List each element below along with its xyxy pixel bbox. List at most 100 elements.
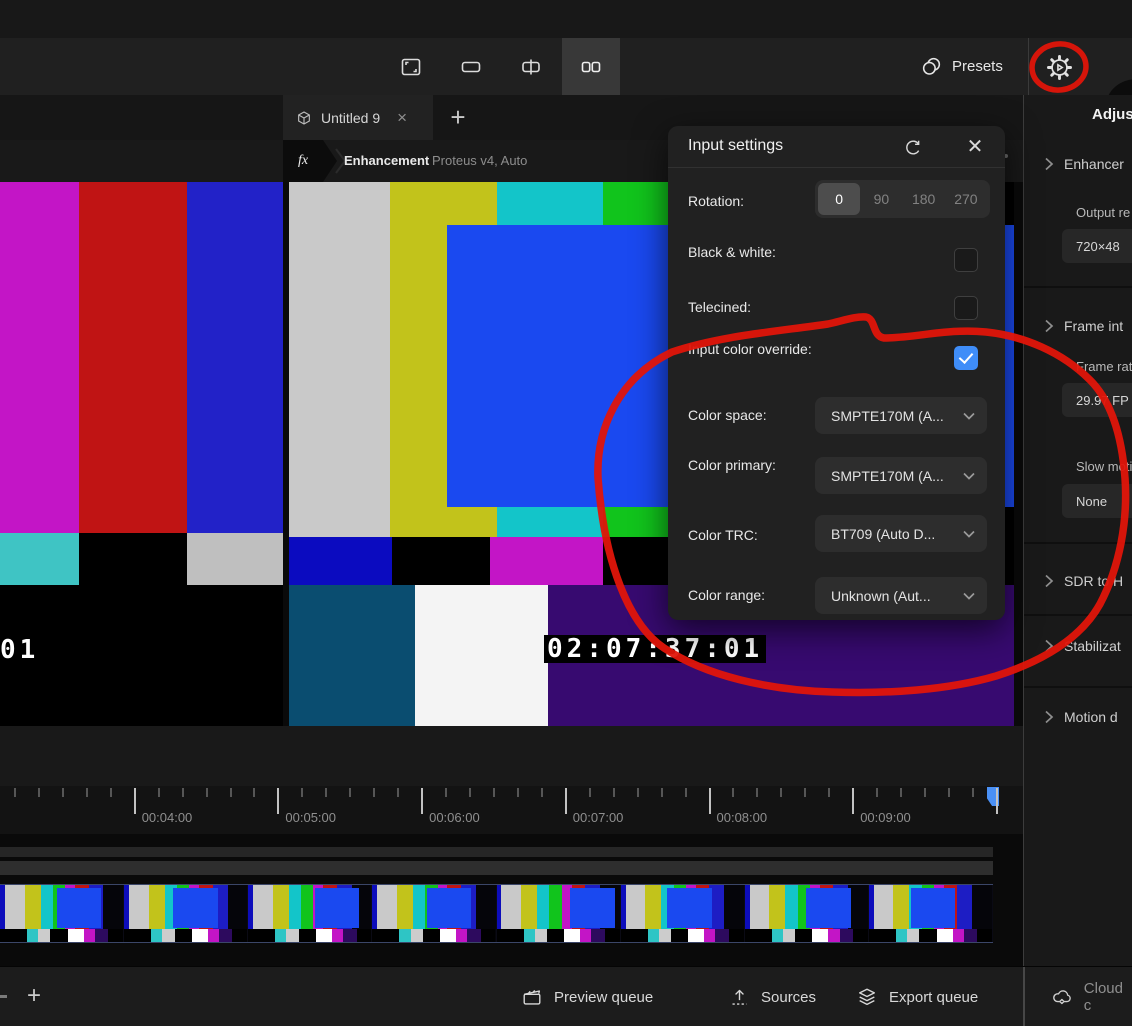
telecined-label: Telecined: — [688, 298, 816, 317]
ruler-minor-tick — [756, 788, 758, 797]
filmstrip-frame[interactable] — [869, 885, 993, 942]
timeline-track-lane[interactable] — [0, 861, 993, 875]
section-sdr-to-hdr[interactable]: SDR to H — [1044, 573, 1123, 589]
chevron-down-icon — [963, 472, 975, 480]
fit-view-icon — [399, 55, 423, 79]
sidebar-divider — [1024, 686, 1132, 688]
color-trc-dropdown[interactable]: BT709 (Auto D... — [815, 515, 987, 552]
color-space-value: SMPTE170M (A... — [831, 408, 963, 424]
filmstrip-frame[interactable] — [124, 885, 248, 942]
preview-pane-original[interactable]: 01 — [0, 182, 283, 726]
timecode-overlay: 02:07:37:01 — [544, 635, 766, 663]
ruler-major-tick — [852, 788, 854, 814]
ruler-minor-tick — [110, 788, 112, 797]
filmstrip-frame[interactable] — [497, 885, 621, 942]
timeline-filmstrip[interactable] — [0, 884, 993, 943]
ruler-minor-tick — [182, 788, 184, 797]
add-source-button[interactable]: + — [20, 982, 48, 1010]
fit-view-button[interactable] — [382, 38, 440, 95]
close-dialog-button[interactable]: ✕ — [964, 135, 986, 157]
tab-untitled-9[interactable]: Untitled 9 × — [283, 95, 433, 140]
slow-motion-field[interactable]: None — [1062, 484, 1132, 518]
ruler-major-tick — [134, 788, 136, 814]
ruler-minor-tick — [780, 788, 782, 797]
single-view-button[interactable] — [442, 38, 500, 95]
filmstrip-frame[interactable] — [372, 885, 496, 942]
chevron-right-icon — [1044, 639, 1054, 653]
chevron-down-icon — [963, 592, 975, 600]
color-space-dropdown[interactable]: SMPTE170M (A... — [815, 397, 987, 434]
ruler-time-label: 00:09:00 — [860, 810, 911, 825]
color-primary-dropdown[interactable]: SMPTE170M (A... — [815, 457, 987, 494]
ruler-major-tick — [565, 788, 567, 814]
section-motion-deblur-label: Motion d — [1064, 709, 1118, 725]
section-stabilization[interactable]: Stabilizat — [1044, 638, 1121, 654]
sources-button[interactable]: Sources — [729, 967, 816, 1026]
section-sdr-to-hdr-label: SDR to H — [1064, 573, 1123, 589]
input-color-override-checkbox[interactable] — [954, 346, 978, 370]
ruler-minor-tick — [62, 788, 64, 797]
ruler-minor-tick — [445, 788, 447, 797]
export-queue-button[interactable]: Export queue — [856, 967, 978, 1026]
cloud-credits-button[interactable]: Cloud c — [1051, 967, 1132, 1026]
tab-close-button[interactable]: × — [397, 109, 407, 126]
slow-motion-label: Slow moti — [1076, 459, 1132, 474]
filmstrip-frame[interactable] — [0, 885, 124, 942]
section-enhancement[interactable]: Enhancer — [1044, 156, 1124, 172]
export-queue-label: Export queue — [889, 989, 978, 1006]
ruler-minor-tick — [397, 788, 399, 797]
telecined-checkbox[interactable] — [954, 296, 978, 320]
rotation-option-180[interactable]: 180 — [903, 183, 945, 215]
ruler-minor-tick — [541, 788, 543, 797]
output-resolution-field[interactable]: 720×48 — [1062, 229, 1132, 263]
ruler-minor-tick — [685, 788, 687, 797]
ruler-time-label: 00:08:00 — [717, 810, 768, 825]
ruler-time-label: 00:07:00 — [573, 810, 624, 825]
ruler-minor-tick — [948, 788, 950, 797]
color-primary-value: SMPTE170M (A... — [831, 468, 963, 484]
process-settings-button[interactable] — [1044, 52, 1074, 82]
side-by-side-view-icon — [579, 55, 603, 79]
collapse-handle[interactable] — [0, 995, 7, 998]
ruler-major-tick — [421, 788, 423, 814]
fx-badge[interactable]: fx — [283, 140, 337, 182]
sidebar-divider — [1024, 286, 1132, 288]
ruler-time-label: 00:05:00 — [285, 810, 336, 825]
filmstrip-frame[interactable] — [621, 885, 745, 942]
ruler-minor-tick — [661, 788, 663, 797]
timeline-track-lane[interactable] — [0, 847, 993, 857]
filmstrip-frame[interactable] — [745, 885, 869, 942]
rotation-option-90[interactable]: 90 — [860, 183, 902, 215]
section-motion-deblur[interactable]: Motion d — [1044, 709, 1118, 725]
black-white-checkbox[interactable] — [954, 248, 978, 272]
color-space-label: Color space: — [688, 406, 816, 425]
preview-queue-button[interactable]: Preview queue — [521, 967, 653, 1026]
chevron-down-icon — [963, 412, 975, 420]
color-trc-label: Color TRC: — [688, 526, 816, 545]
new-tab-button[interactable]: + — [440, 99, 476, 135]
color-range-dropdown[interactable]: Unknown (Aut... — [815, 577, 987, 614]
ruler-minor-tick — [900, 788, 902, 797]
frame-rate-field[interactable]: 29.97 FP — [1062, 383, 1132, 417]
ruler-minor-tick — [804, 788, 806, 797]
gear-icon — [1046, 54, 1073, 81]
presets-button[interactable]: Presets — [920, 38, 1003, 95]
rotation-option-270[interactable]: 270 — [945, 183, 987, 215]
preview-queue-label: Preview queue — [554, 989, 653, 1006]
refresh-icon — [904, 138, 923, 157]
filmstrip-frame[interactable] — [248, 885, 372, 942]
chevron-right-icon — [1044, 574, 1054, 588]
sidebar-divider — [1024, 542, 1132, 544]
ruler-minor-tick — [325, 788, 327, 797]
split-view-button[interactable] — [502, 38, 560, 95]
reset-button[interactable] — [900, 134, 926, 160]
ruler-minor-tick — [469, 788, 471, 797]
topaz-video-app-window: Presets — [0, 0, 1132, 1026]
ruler-major-tick — [709, 788, 711, 814]
side-by-side-view-button[interactable] — [562, 38, 620, 95]
rotation-option-0[interactable]: 0 — [818, 183, 860, 215]
rotation-segmented-control: 090180270 — [815, 180, 990, 218]
settings-sidebar: Adjust Enhancer Output re 720×48 Frame i… — [1023, 95, 1132, 966]
section-frame-interpolation[interactable]: Frame int — [1044, 318, 1123, 334]
timeline-ruler[interactable]: 00:04:0000:05:0000:06:0000:07:0000:08:00… — [0, 786, 1023, 834]
